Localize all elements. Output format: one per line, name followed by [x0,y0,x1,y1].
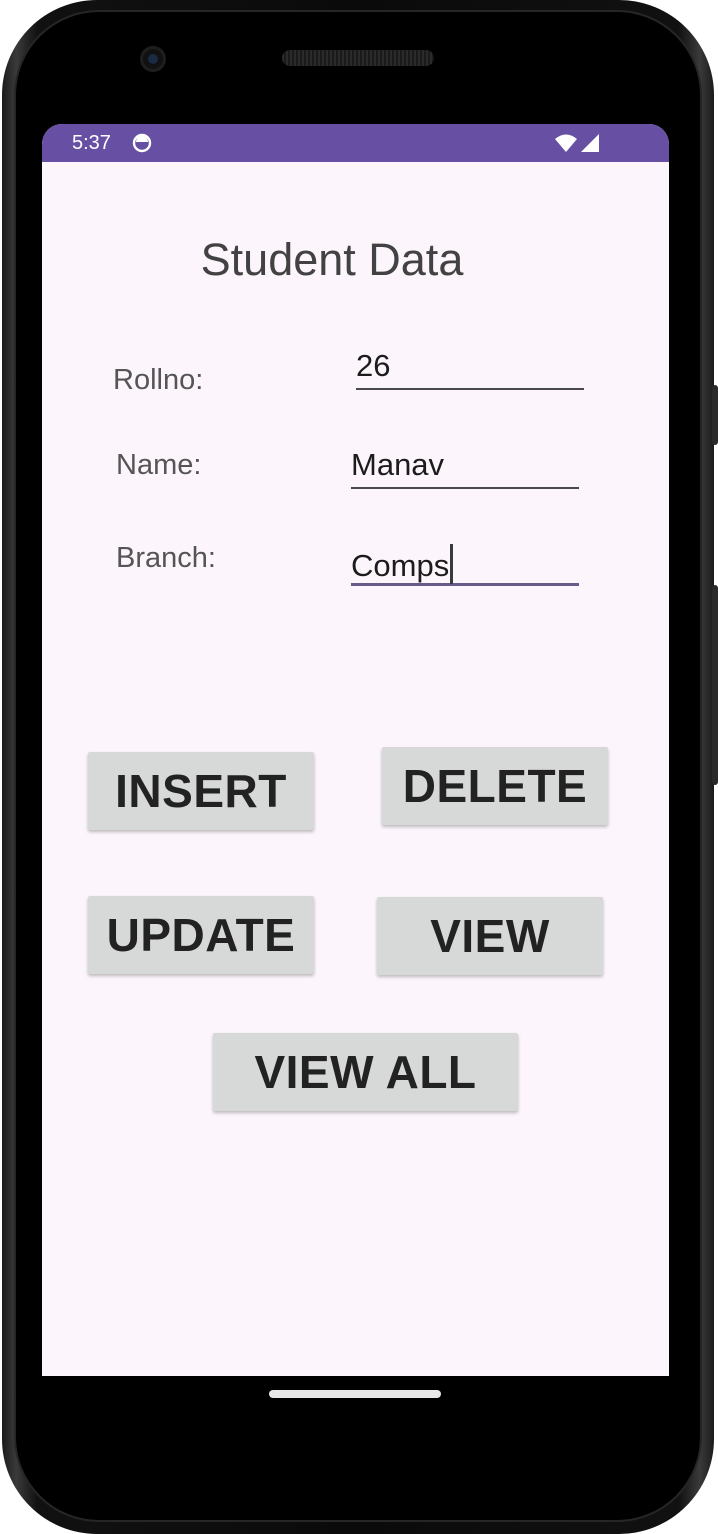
earpiece-speaker [282,50,434,66]
cell-signal-icon [581,134,599,152]
gesture-nav-handle[interactable] [269,1390,441,1398]
rollno-label: Rollno: [113,364,204,396]
name-label: Name: [116,449,202,481]
view-all-button[interactable]: VIEW ALL [213,1033,518,1111]
status-time: 5:37 [72,132,111,154]
branch-value: Comps [351,548,450,583]
android-notification-icon [132,133,152,153]
text-cursor [450,544,454,584]
branch-label: Branch: [116,542,216,574]
page-title: Student Data [200,234,464,285]
front-camera [140,46,166,72]
rollno-input[interactable]: 26 [356,346,584,390]
power-button [712,385,718,445]
rollno-value: 26 [356,348,391,383]
view-button[interactable]: VIEW [377,897,603,975]
volume-button [712,585,718,785]
name-value: Manav [351,447,445,482]
phone-device: 5:37 Student Data Rollno: 26 Name: Manav… [0,0,718,1534]
branch-value-wrap: Comps [351,544,454,584]
insert-button[interactable]: INSERT [88,752,314,830]
update-button[interactable]: UPDATE [88,896,314,974]
app-screen: 5:37 Student Data Rollno: 26 Name: Manav… [42,124,669,1376]
name-input[interactable]: Manav [351,445,579,489]
wifi-icon [555,134,577,152]
branch-input[interactable]: Comps [351,542,579,586]
delete-button[interactable]: DELETE [382,747,608,825]
status-bar: 5:37 [42,124,669,162]
